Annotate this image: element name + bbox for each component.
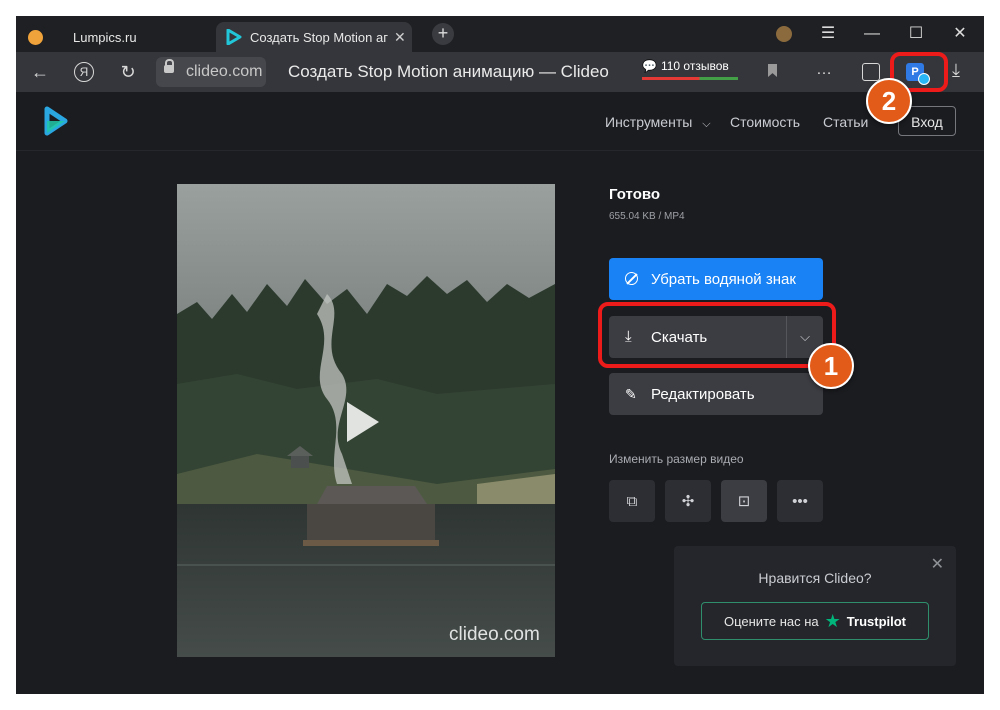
clideo-logo-icon[interactable] [43,106,69,136]
reviews-count: 110 отзывов [660,59,729,73]
page-title: Создать Stop Motion анимацию — Clideo [288,62,609,81]
clideo-favicon-icon [226,29,242,45]
nav-tools-label: Инструменты [605,114,693,130]
header-divider [16,150,984,151]
address-domain: clideo.com [186,63,263,80]
tab-lumpics[interactable]: Lumpics.ru [22,22,212,52]
menu-icon[interactable]: ☰ [808,22,848,46]
comment-icon: 💬 [642,59,657,73]
tab-label: Lumpics.ru [73,29,137,45]
lumpics-favicon-icon [28,29,43,45]
resize-option-square-overlap-icon[interactable]: ⧉ [609,480,655,522]
rating-bar [642,77,738,80]
remove-watermark-label: Убрать водяной знак [651,270,796,288]
extension-avatar-icon[interactable] [764,22,804,46]
close-window-icon[interactable]: ✕ [940,22,980,46]
step-badge-2: 2 [866,78,912,124]
reload-icon[interactable]: ↻ [114,58,142,86]
address-field[interactable]: clideo.com [156,57,266,87]
pencil-icon: ✎ [625,386,637,402]
chevron-down-icon: ⌵ [702,118,711,130]
trustpilot-card: ✕ Нравится Clideo? Оцените нас на ★ Trus… [674,546,956,666]
resize-option-fit-icon[interactable]: ⊡ [721,480,767,522]
tab-clideo[interactable]: Создать Stop Motion аг ✕ [216,22,412,52]
step-badge-1: 1 [808,343,854,389]
nav-articles[interactable]: Статьи [823,114,868,130]
remove-watermark-button[interactable]: Убрать водяной знак [609,258,823,300]
tab-strip: Lumpics.ru Создать Stop Motion аг ✕ + ☰ … [16,16,984,52]
tab-label: Создать Stop Motion аг [250,29,388,45]
reviews-badge[interactable]: 💬 110 отзывов [642,59,738,80]
edit-button[interactable]: ✎ Редактировать [609,373,823,415]
resize-option-collapse-icon[interactable]: ✣ [665,480,711,522]
trustpilot-brand: Trustpilot [846,613,907,629]
resize-label: Изменить размер видео [609,452,744,466]
more-resize-options-icon[interactable]: ••• [777,480,823,522]
extensions-icon[interactable] [862,63,880,81]
star-icon: ★ [824,610,841,631]
downloads-icon[interactable]: ⤓ [952,60,960,81]
address-bar-row: ← Я ↻ clideo.com Создать Stop Motion ани… [16,52,984,92]
rate-prefix: Оцените нас на [723,613,819,629]
browser-window: Lumpics.ru Создать Stop Motion аг ✕ + ☰ … [16,16,984,694]
file-meta: 655.04 KB / MP4 [609,211,685,222]
more-icon[interactable]: … [816,61,832,79]
video-preview[interactable]: clideo.com [177,184,555,657]
new-tab-button[interactable]: + [432,23,454,45]
prohibited-icon [625,272,639,286]
promo-question: Нравится Clideo? [758,570,872,586]
highlight-frame-download [598,302,836,368]
nav-tools[interactable]: Инструменты ⌵ [605,114,711,131]
bookmark-icon[interactable] [768,64,777,77]
rate-trustpilot-button[interactable]: Оцените нас на ★ Trustpilot [701,602,929,640]
lock-icon [164,59,174,73]
nav-pricing[interactable]: Стоимость [730,114,800,130]
yandex-icon[interactable]: Я [74,62,94,82]
back-icon[interactable]: ← [26,58,54,86]
status-title: Готово [609,186,661,203]
close-tab-icon[interactable]: ✕ [394,29,406,46]
edit-label: Редактировать [651,385,755,403]
play-icon[interactable] [347,402,379,442]
minimize-icon[interactable]: — [852,22,892,46]
video-watermark: clideo.com [449,624,540,645]
maximize-icon[interactable]: ☐ [896,22,936,46]
